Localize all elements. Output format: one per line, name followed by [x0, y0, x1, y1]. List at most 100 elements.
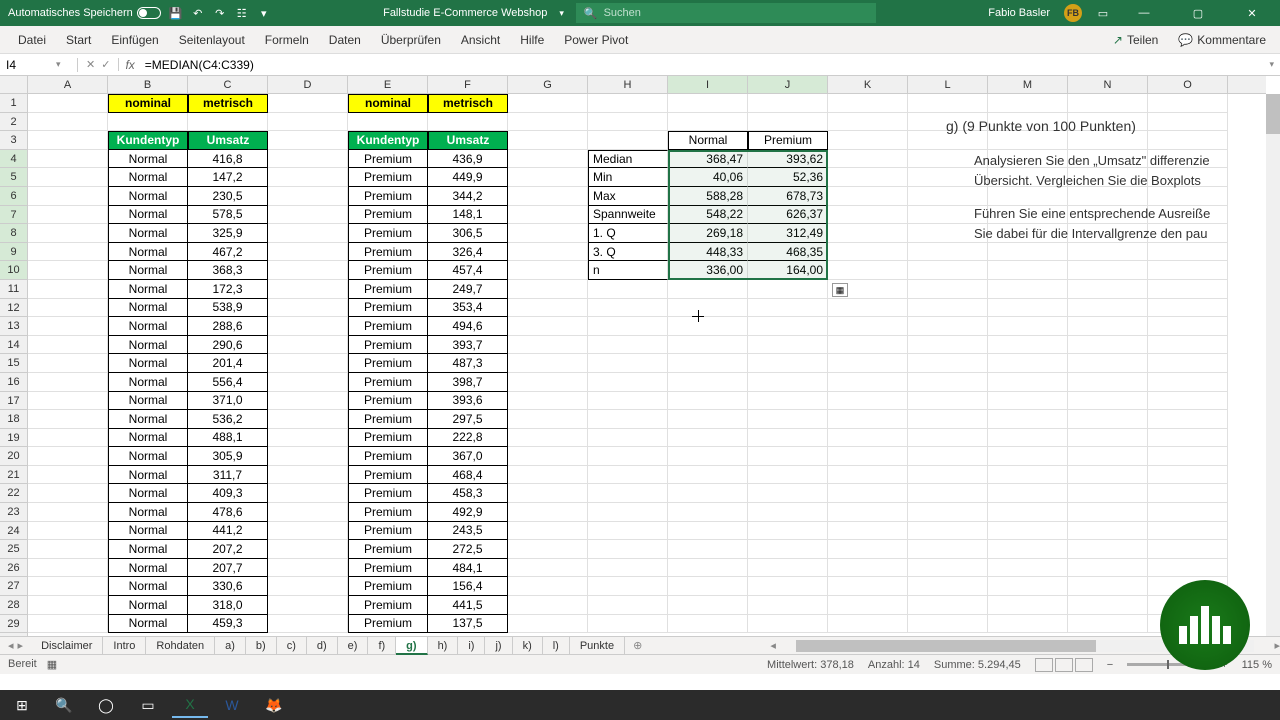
- row-header[interactable]: 3: [0, 131, 27, 150]
- cell[interactable]: [748, 410, 828, 429]
- cell[interactable]: metrisch: [188, 94, 268, 113]
- row-header[interactable]: 12: [0, 299, 27, 318]
- column-header[interactable]: M: [988, 76, 1068, 93]
- row-header[interactable]: 19: [0, 429, 27, 448]
- cell[interactable]: [1148, 540, 1228, 559]
- macro-record-icon[interactable]: ▦: [47, 658, 57, 671]
- column-header[interactable]: F: [428, 76, 508, 93]
- cell[interactable]: [1068, 280, 1148, 299]
- sheet-tab[interactable]: g): [396, 637, 427, 655]
- cell[interactable]: [1068, 373, 1148, 392]
- taskbar-cortana-icon[interactable]: ◯: [88, 692, 124, 718]
- cell[interactable]: [908, 522, 988, 541]
- cell[interactable]: [668, 615, 748, 634]
- cell[interactable]: [1068, 503, 1148, 522]
- search-box[interactable]: 🔍 Suchen: [576, 3, 876, 23]
- cell[interactable]: [28, 206, 108, 225]
- cell[interactable]: [268, 429, 348, 448]
- cell[interactable]: [268, 466, 348, 485]
- cell[interactable]: [588, 113, 668, 132]
- cell[interactable]: 164,00: [748, 261, 828, 280]
- cell[interactable]: Normal: [108, 373, 188, 392]
- cell[interactable]: 393,7: [428, 336, 508, 355]
- cell[interactable]: [508, 354, 588, 373]
- cell[interactable]: [828, 354, 908, 373]
- cell[interactable]: [268, 503, 348, 522]
- cell[interactable]: [28, 373, 108, 392]
- column-header[interactable]: B: [108, 76, 188, 93]
- ribbon-tab-start[interactable]: Start: [56, 26, 101, 54]
- row-header[interactable]: 2: [0, 113, 27, 132]
- cell[interactable]: Premium: [348, 522, 428, 541]
- cell[interactable]: [588, 280, 668, 299]
- cell[interactable]: [828, 373, 908, 392]
- cell[interactable]: 459,3: [188, 615, 268, 634]
- sheet-tab[interactable]: b): [246, 637, 277, 655]
- cell[interactable]: [508, 150, 588, 169]
- ribbon-mode-icon[interactable]: ▭: [1096, 6, 1110, 20]
- cell[interactable]: [988, 540, 1068, 559]
- cell[interactable]: [508, 447, 588, 466]
- row-header[interactable]: 20: [0, 447, 27, 466]
- cell[interactable]: [748, 522, 828, 541]
- cell[interactable]: [748, 336, 828, 355]
- cell[interactable]: [28, 596, 108, 615]
- redo-icon[interactable]: ↷: [213, 6, 227, 20]
- cell[interactable]: 230,5: [188, 187, 268, 206]
- cell[interactable]: Premium: [348, 429, 428, 448]
- cell[interactable]: [1068, 522, 1148, 541]
- cell[interactable]: [268, 373, 348, 392]
- cell[interactable]: Normal: [108, 261, 188, 280]
- cell[interactable]: [28, 280, 108, 299]
- cell[interactable]: [508, 540, 588, 559]
- row-header[interactable]: 8: [0, 224, 27, 243]
- cell[interactable]: [28, 131, 108, 150]
- close-button[interactable]: ✕: [1232, 0, 1272, 26]
- row-header[interactable]: 25: [0, 540, 27, 559]
- cell[interactable]: Normal: [108, 168, 188, 187]
- cell[interactable]: Premium: [348, 224, 428, 243]
- cell[interactable]: [748, 540, 828, 559]
- sheet-tab[interactable]: i): [458, 637, 485, 655]
- cell[interactable]: [908, 447, 988, 466]
- cell[interactable]: [988, 243, 1068, 262]
- cell[interactable]: [268, 410, 348, 429]
- cell[interactable]: [908, 429, 988, 448]
- cell[interactable]: [28, 392, 108, 411]
- row-header[interactable]: 10: [0, 261, 27, 280]
- cell[interactable]: 409,3: [188, 484, 268, 503]
- cell[interactable]: [268, 131, 348, 150]
- cell[interactable]: [668, 484, 748, 503]
- cell[interactable]: 458,3: [428, 484, 508, 503]
- cell[interactable]: [588, 410, 668, 429]
- cell[interactable]: [988, 373, 1068, 392]
- cell[interactable]: [828, 503, 908, 522]
- cell[interactable]: [28, 150, 108, 169]
- cell[interactable]: [668, 392, 748, 411]
- cell[interactable]: [1068, 484, 1148, 503]
- cell[interactable]: Premium: [348, 596, 428, 615]
- cell[interactable]: [588, 429, 668, 448]
- cell[interactable]: [508, 113, 588, 132]
- row-header[interactable]: 7: [0, 206, 27, 225]
- cell[interactable]: [828, 299, 908, 318]
- cell[interactable]: Normal: [108, 299, 188, 318]
- cell[interactable]: [828, 168, 908, 187]
- cell[interactable]: [1148, 336, 1228, 355]
- cell[interactable]: Premium: [348, 336, 428, 355]
- cell[interactable]: Normal: [108, 559, 188, 578]
- taskbar-taskview-icon[interactable]: ▭: [130, 692, 166, 718]
- cell[interactable]: [828, 410, 908, 429]
- cell[interactable]: [588, 392, 668, 411]
- maximize-button[interactable]: ▢: [1178, 0, 1218, 26]
- minimize-button[interactable]: —: [1124, 0, 1164, 26]
- cell[interactable]: [588, 540, 668, 559]
- add-sheet-button[interactable]: ⊕: [625, 639, 650, 652]
- cell[interactable]: 148,1: [428, 206, 508, 225]
- cell[interactable]: [588, 484, 668, 503]
- autosave-toggle[interactable]: Automatisches Speichern: [8, 7, 161, 19]
- sheet-tab[interactable]: Rohdaten: [146, 637, 215, 655]
- cell[interactable]: [588, 466, 668, 485]
- cell[interactable]: [1068, 447, 1148, 466]
- cell[interactable]: 457,4: [428, 261, 508, 280]
